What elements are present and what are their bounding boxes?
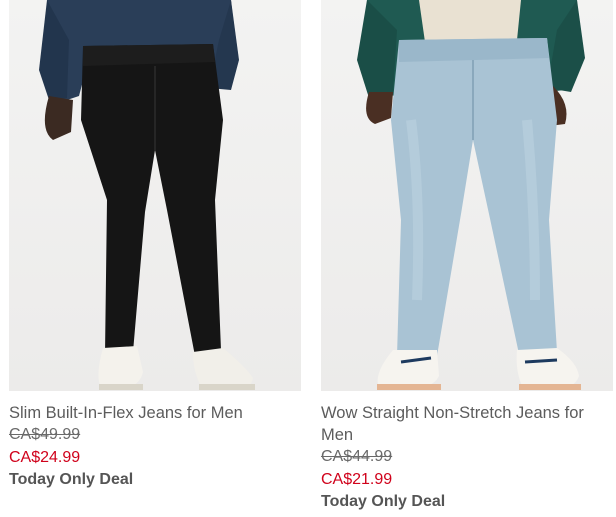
original-price: CA$49.99: [9, 426, 81, 443]
sale-price: CA$24.99: [9, 449, 81, 466]
product-card[interactable]: Wow Straight Non-Stretch Jeans for Men C…: [321, 0, 613, 513]
product-image-black-slim-jeans[interactable]: [9, 0, 301, 391]
product-name[interactable]: Wow Straight Non-Stretch Jeans for Men: [321, 402, 613, 446]
sale-price: CA$21.99: [321, 471, 393, 488]
original-price: CA$44.99: [321, 448, 393, 465]
promo-badge: Today Only Deal: [321, 493, 446, 510]
product-image-light-straight-jeans[interactable]: [321, 0, 613, 391]
black-jeans-photo: [39, 0, 255, 390]
product-card[interactable]: Slim Built-In-Flex Jeans for Men CA$49.9…: [9, 0, 301, 491]
promo-badge: Today Only Deal: [9, 471, 134, 488]
light-jeans-photo: [357, 0, 585, 390]
product-name[interactable]: Slim Built-In-Flex Jeans for Men: [9, 402, 301, 424]
